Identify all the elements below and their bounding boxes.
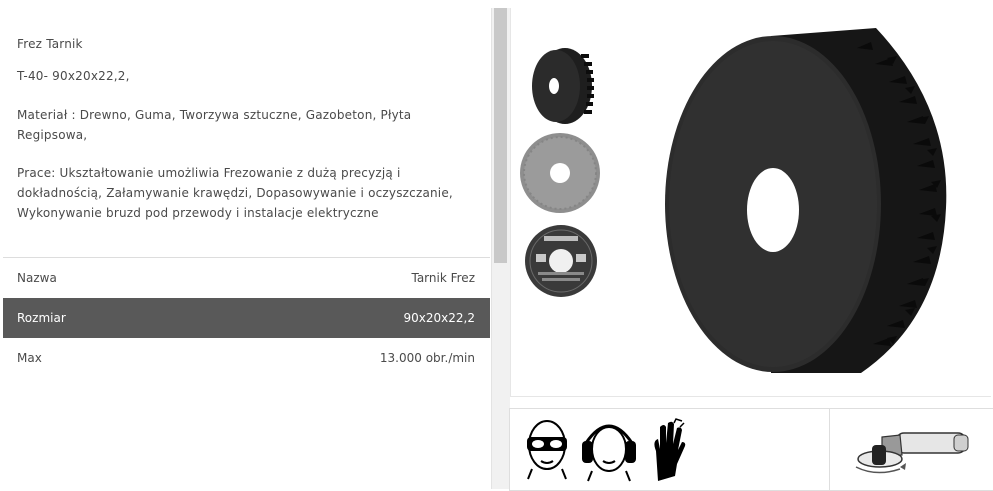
icons-divider xyxy=(829,409,830,490)
spec-value: 90x20x22,2 xyxy=(403,311,475,325)
spec-row-name: Nazwa Tarnik Frez xyxy=(3,258,490,298)
product-model: T-40- 90x20x22,2, xyxy=(17,69,130,83)
safety-icons-panel xyxy=(509,408,993,491)
spec-row-size: Rozmiar 90x20x22,2 xyxy=(3,298,490,338)
main-product-image[interactable] xyxy=(661,18,951,383)
safety-goggles-icon xyxy=(524,419,570,481)
protective-gloves-icon xyxy=(650,417,692,483)
spec-label: Max xyxy=(17,351,42,365)
product-work: Prace: Ukształtowanie umożliwia Frezowan… xyxy=(17,166,453,220)
thumbnail-packaging[interactable] xyxy=(524,224,598,298)
scrollbar[interactable] xyxy=(491,8,510,489)
spec-row-max: Max 13.000 obr./min xyxy=(3,338,490,378)
scrollbar-thumb[interactable] xyxy=(494,8,507,263)
thumbnail-front-view[interactable] xyxy=(519,132,601,214)
product-description: Frez Tarnik T-40- 90x20x22,2, Materiał :… xyxy=(17,34,477,223)
image-gallery xyxy=(510,8,991,397)
thumbnail-side-view[interactable] xyxy=(529,44,595,128)
spec-table: Nazwa Tarnik Frez Rozmiar 90x20x22,2 Max… xyxy=(3,257,490,378)
spec-value: 13.000 obr./min xyxy=(379,351,475,365)
product-material: Materiał : Drewno, Guma, Tworzywa sztucz… xyxy=(17,108,412,142)
spec-label: Rozmiar xyxy=(17,311,66,325)
spec-value: Tarnik Frez xyxy=(411,271,475,285)
angle-grinder-icon xyxy=(852,423,978,475)
spec-label: Nazwa xyxy=(17,271,57,285)
product-name: Frez Tarnik xyxy=(17,37,83,51)
product-details-panel: Frez Tarnik T-40- 90x20x22,2, Materiał :… xyxy=(0,0,491,489)
ear-protection-icon xyxy=(580,417,638,483)
